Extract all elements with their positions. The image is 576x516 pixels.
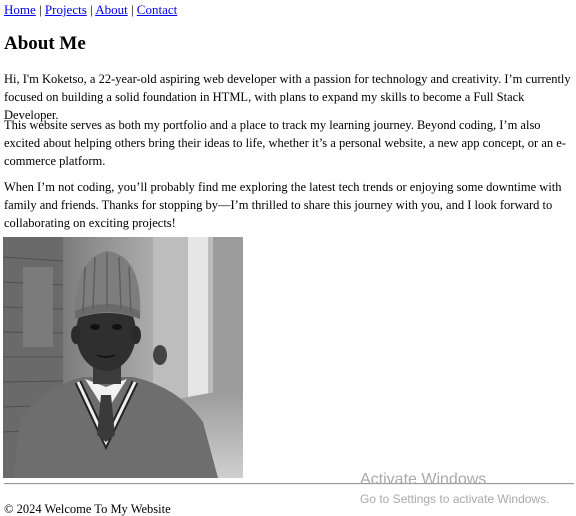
nav-link-home[interactable]: Home — [4, 2, 36, 17]
footer-copyright: © 2024 Welcome To My Website — [4, 502, 171, 516]
nav-separator: | — [39, 2, 42, 17]
nav-separator: | — [130, 2, 134, 17]
watermark-subtitle: Go to Settings to activate Windows. — [360, 492, 550, 506]
profile-photo — [3, 237, 243, 478]
footer-divider — [4, 483, 574, 485]
watermark-title: Activate Windows — [360, 471, 487, 488]
nav-link-contact[interactable]: Contact — [137, 2, 177, 17]
page-title: About Me — [4, 33, 86, 54]
nav-link-about[interactable]: About — [95, 2, 128, 17]
nav-separator: | — [90, 2, 93, 17]
nav-link-projects[interactable]: Projects — [45, 2, 87, 17]
portfolio-paragraph: This website serves as both my portfolio… — [4, 118, 566, 168]
top-nav: Home | Projects | About | Contact — [4, 2, 177, 18]
activate-windows-watermark: Activate Windows Go to Settings to activ… — [360, 470, 549, 507]
hobbies-paragraph: When I’m not coding, you’ll probably fin… — [4, 180, 562, 230]
